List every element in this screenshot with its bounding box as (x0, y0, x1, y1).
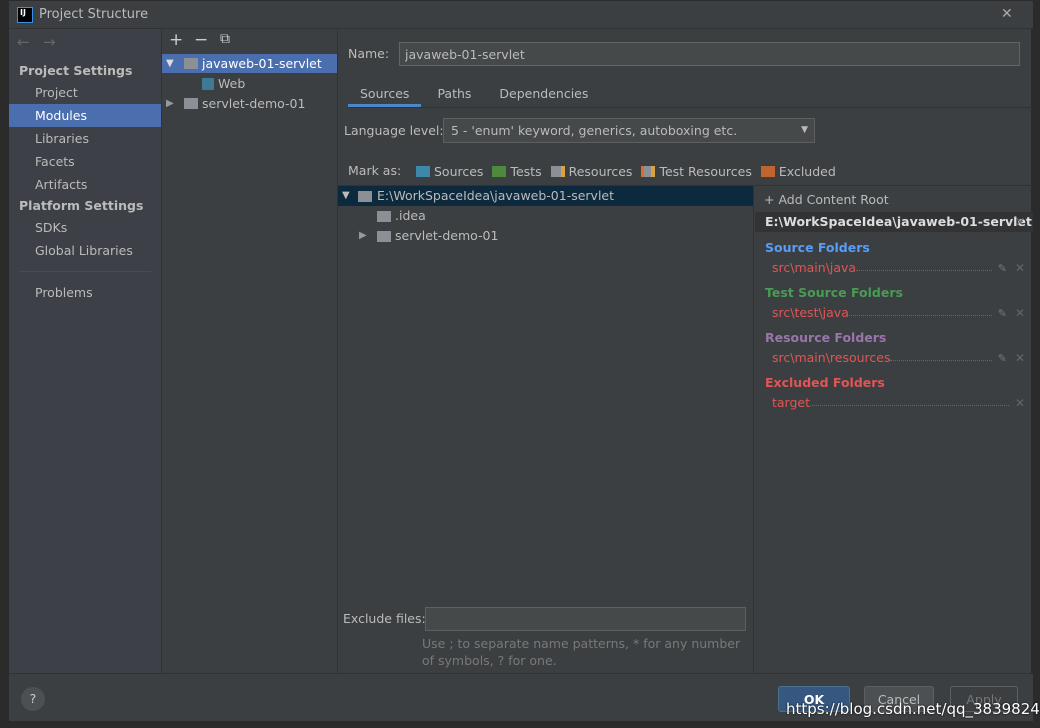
add-content-root-button[interactable]: + Add Content Root (764, 192, 889, 207)
edit-icon[interactable]: ✎ (998, 352, 1007, 365)
sidebar-item-sdks[interactable]: SDKs (9, 216, 161, 239)
folder-path: target (772, 395, 811, 410)
module-editor: Name: Sources Paths Dependencies Languag… (338, 29, 1033, 673)
edit-icon[interactable]: ✎ (998, 262, 1007, 275)
dotted-leader (810, 405, 1009, 406)
tab-bar: Sources Paths Dependencies (348, 81, 1033, 108)
name-input[interactable] (399, 42, 1020, 66)
folder-icon (377, 211, 391, 222)
sidebar-item-global-libraries[interactable]: Global Libraries (9, 239, 161, 262)
sidebar-item-libraries[interactable]: Libraries (9, 127, 161, 150)
project-structure-dialog: IJ Project Structure ✕ ← → Project Setti… (8, 0, 1033, 721)
module-row-servlet-demo-01[interactable]: ▶ servlet-demo-01 (162, 94, 337, 113)
mark-resources-button[interactable]: Resources (550, 164, 632, 179)
content-tree: ▼ E:\WorkSpaceIdea\javaweb-01-servlet .i… (338, 185, 754, 673)
language-level-label: Language level: (344, 123, 444, 138)
project-settings-heading: Project Settings (19, 63, 133, 78)
tab-paths[interactable]: Paths (425, 81, 483, 107)
close-icon[interactable]: ✕ (1001, 6, 1013, 22)
language-level-select[interactable]: 5 - 'enum' keyword, generics, autoboxing… (443, 118, 815, 143)
remove-icon[interactable]: ✕ (1015, 351, 1025, 365)
language-level-value: 5 - 'enum' keyword, generics, autoboxing… (451, 123, 738, 138)
module-label: javaweb-01-servlet (202, 56, 322, 71)
exclude-files-input[interactable] (425, 607, 746, 631)
module-folder-icon (184, 58, 198, 69)
content-root-row[interactable]: ▼ E:\WorkSpaceIdea\javaweb-01-servlet (338, 186, 753, 206)
facet-label: Web (218, 76, 246, 91)
help-button[interactable]: ? (21, 687, 45, 711)
sidebar-item-artifacts[interactable]: Artifacts (9, 173, 161, 196)
sidebar: ← → Project Settings Project Modules Lib… (9, 29, 162, 673)
remove-icon[interactable]: ✕ (1015, 396, 1025, 410)
dotted-leader (856, 270, 992, 271)
module-label: servlet-demo-01 (202, 96, 306, 111)
root-folder-item[interactable]: src\test\java ✎ ✕ (755, 302, 1027, 320)
folder-group-title: Source Folders (765, 240, 870, 255)
tree-row-idea[interactable]: .idea (338, 206, 753, 226)
exclude-files-hint: Use ; to separate name patterns, * for a… (422, 636, 741, 668)
folder-icon (358, 191, 372, 202)
mark-as-buttons: Sources Tests Resources Test Resources E… (416, 164, 836, 179)
exclude-files-label: Exclude files: (343, 611, 426, 626)
expand-arrow-icon[interactable]: ▼ (166, 54, 174, 73)
mark-tests-button[interactable]: Tests (492, 164, 542, 179)
window-title: Project Structure (39, 7, 149, 22)
chevron-down-icon: ▼ (801, 125, 808, 135)
sidebar-item-facets[interactable]: Facets (9, 150, 161, 173)
sidebar-item-modules[interactable]: Modules (9, 104, 161, 127)
remove-root-icon[interactable]: ✕ (1015, 212, 1025, 232)
dotted-leader (848, 315, 992, 316)
collapse-arrow-icon[interactable]: ▶ (166, 94, 174, 113)
folder-group-title: Excluded Folders (765, 375, 885, 390)
web-facet-icon (202, 78, 214, 90)
folder-icon (377, 231, 391, 242)
watermark: https://blog.csdn.net/qq_38398245 (786, 700, 1040, 718)
dotted-leader (890, 360, 992, 361)
intellij-logo-icon: IJ (17, 7, 33, 23)
expand-arrow-icon[interactable]: ▼ (342, 186, 350, 206)
remove-icon[interactable]: ✕ (1015, 306, 1025, 320)
sidebar-item-project[interactable]: Project (9, 81, 161, 104)
folder-group-title: Resource Folders (765, 330, 887, 345)
mark-test-resources-button[interactable]: Test Resources (641, 164, 752, 179)
tab-sources[interactable]: Sources (348, 81, 422, 107)
module-row-javaweb-01-servlet[interactable]: ▼ javaweb-01-servlet (162, 54, 337, 73)
root-folder-item[interactable]: src\main\resources ✎ ✕ (755, 347, 1027, 365)
forward-icon[interactable]: → (43, 33, 56, 51)
back-icon[interactable]: ← (17, 33, 30, 51)
divider (19, 271, 151, 272)
module-row-web[interactable]: Web (162, 74, 337, 93)
folder-path: src\main\resources (772, 350, 891, 365)
root-folder-groups: Source Folders src\main\java ✎ ✕ Test Source… (755, 238, 1027, 410)
tab-dependencies[interactable]: Dependencies (487, 81, 600, 107)
remove-icon[interactable]: ✕ (1015, 261, 1025, 275)
mark-sources-button[interactable]: Sources (416, 164, 483, 179)
mark-as-label: Mark as: (348, 163, 402, 178)
module-folder-icon (184, 98, 198, 109)
content-root-header: E:\WorkSpaceIdea\javaweb-01-servlet ✕ (755, 212, 1033, 232)
title-bar: IJ Project Structure ✕ (9, 1, 1033, 29)
folder-path: src\test\java (772, 305, 849, 320)
edit-icon[interactable]: ✎ (998, 307, 1007, 320)
remove-module-button[interactable]: − (194, 30, 208, 50)
folder-path: src\main\java (772, 260, 857, 275)
mark-excluded-button[interactable]: Excluded (760, 164, 836, 179)
sidebar-item-problems[interactable]: Problems (9, 281, 161, 304)
root-folder-item[interactable]: src\main\java ✎ ✕ (755, 257, 1027, 275)
root-folder-item[interactable]: target ✕ (755, 392, 1027, 410)
platform-settings-heading: Platform Settings (19, 198, 144, 213)
copy-module-button[interactable]: ⧉ (220, 31, 230, 47)
name-label: Name: (348, 46, 390, 61)
content-roots-panel: + Add Content Root E:\WorkSpaceIdea\java… (755, 185, 1033, 673)
add-module-button[interactable]: + (169, 30, 183, 50)
module-list-panel: + − ⧉ ▼ javaweb-01-servlet Web ▶ servlet… (162, 29, 338, 673)
folder-group-title: Test Source Folders (765, 285, 903, 300)
tree-row-servlet-demo-01[interactable]: ▶ servlet-demo-01 (338, 226, 753, 246)
collapse-arrow-icon[interactable]: ▶ (359, 226, 367, 246)
